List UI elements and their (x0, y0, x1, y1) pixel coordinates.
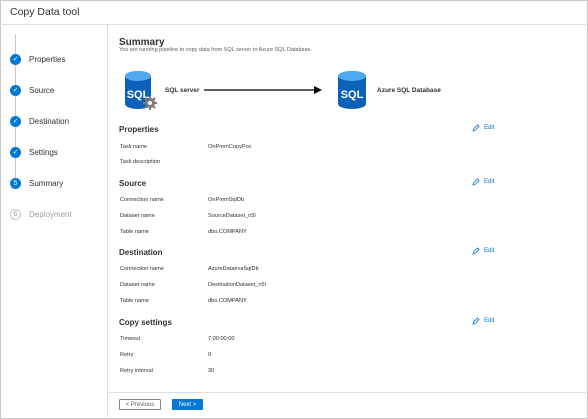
retry-value: 0 (208, 352, 212, 358)
source-table-value: dbo.COMPANY (208, 229, 247, 235)
field-label: Connection name (120, 266, 164, 272)
step-summary[interactable]: 5 Summary (10, 176, 63, 190)
properties-section-title: Properties (119, 125, 159, 134)
field-label: Dataset name (120, 282, 155, 288)
step-source[interactable]: ✓ Source (10, 83, 54, 97)
step-label: Summary (29, 178, 64, 188)
pencil-icon (472, 124, 480, 132)
edit-label: Edit (484, 248, 495, 254)
timeout-value: 7.00:00:00 (208, 336, 235, 342)
sidebar-divider (107, 25, 108, 417)
field-label: Table name (120, 229, 149, 235)
destination-table-value: dbo.COMPANY (208, 298, 247, 304)
field-label: Dataset name (120, 213, 155, 219)
check-icon: ✓ (10, 146, 21, 158)
task-name-value: OnPremCopyPoc (208, 144, 252, 150)
source-section-title: Source (119, 179, 147, 188)
destination-section-title: Destination (119, 248, 163, 257)
edit-label: Edit (484, 125, 495, 131)
step-label: Deployment (29, 209, 72, 219)
edit-label: Edit (484, 179, 495, 185)
check-icon: ✓ (10, 53, 21, 65)
next-button[interactable]: Next > (172, 399, 203, 410)
destination-node-label: Azure SQL Database (377, 87, 441, 94)
step-number-badge: 6 (10, 208, 21, 220)
step-deployment: 6 Deployment (10, 207, 72, 221)
field-label: Table name (120, 298, 149, 304)
pencil-icon (472, 247, 480, 255)
field-label: Connection name (120, 197, 164, 203)
source-node-label: SQL server (165, 87, 200, 94)
footer-divider (108, 392, 586, 393)
retry-interval-value: 30 (208, 368, 215, 374)
field-label: Retry (120, 352, 134, 358)
destination-dataset-value: DestinationDataset_n5l (208, 282, 266, 288)
svg-text:SQL: SQL (341, 89, 364, 101)
flow-arrow (204, 86, 322, 94)
previous-button[interactable]: < Previous (119, 399, 161, 410)
field-label: Task description (120, 159, 161, 165)
pencil-icon (472, 317, 480, 325)
app-title: Copy Data tool (10, 6, 80, 18)
field-label: Task name (120, 144, 148, 150)
check-icon: ✓ (10, 84, 21, 96)
field-label: Retry interval (120, 368, 153, 374)
edit-destination-button[interactable]: Edit (472, 247, 494, 255)
step-destination[interactable]: ✓ Destination (10, 114, 69, 128)
edit-source-button[interactable]: Edit (472, 178, 494, 186)
step-properties[interactable]: ✓ Properties (10, 52, 65, 66)
step-settings[interactable]: ✓ Settings (10, 145, 58, 159)
source-connection-value: OnPremSqlDb (208, 197, 245, 203)
step-label: Source (29, 85, 55, 95)
edit-label: Edit (484, 318, 495, 324)
step-number-badge: 5 (10, 177, 21, 189)
page-subtitle: You are running pipeline to copy data fr… (119, 47, 312, 53)
destination-connection-value: AzureDataevaSqlDb (208, 266, 259, 272)
pencil-icon (472, 178, 480, 186)
edit-copy-settings-button[interactable]: Edit (472, 317, 494, 325)
step-label: Settings (29, 147, 58, 157)
sql-server-icon: SQL (125, 71, 157, 110)
title-bar: Copy Data tool (0, 0, 586, 25)
source-dataset-value: SourceDataset_n5l (208, 213, 256, 219)
azure-sql-database-icon: SQL (338, 71, 366, 109)
step-label: Destination (29, 116, 70, 126)
check-icon: ✓ (10, 115, 21, 127)
field-label: Timeout (120, 336, 140, 342)
step-label: Properties (29, 54, 66, 64)
copy-settings-section-title: Copy settings (119, 318, 172, 327)
edit-properties-button[interactable]: Edit (472, 124, 494, 132)
